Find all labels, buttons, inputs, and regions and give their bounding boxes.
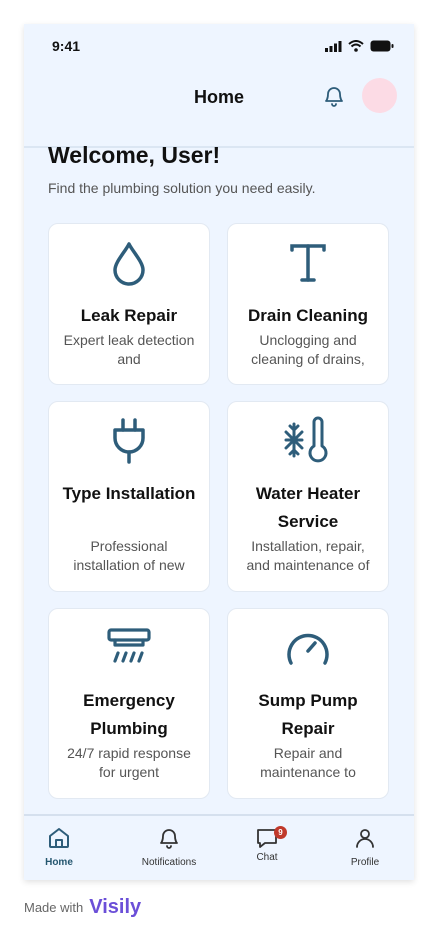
status-time: 9:41 <box>52 38 81 54</box>
card-description: Expert leak detection and <box>63 332 195 367</box>
wifi-icon <box>348 40 364 52</box>
card-title: Type Installation <box>62 484 196 503</box>
status-bar: 9:41 <box>24 24 414 68</box>
nav-item-notifications[interactable]: Notifications <box>124 826 214 868</box>
card-description: Repair and maintenance to <box>260 745 356 780</box>
bell-icon <box>160 829 178 849</box>
service-card-sump-pump-repair[interactable]: Sump Pump Repair Repair and maintenance … <box>227 608 389 799</box>
card-title: Sump Pump Repair <box>258 691 358 738</box>
nav-label: Home <box>45 857 73 868</box>
gauge-icon <box>287 633 329 665</box>
card-title: Drain Cleaning <box>248 306 368 325</box>
chat-badge: 9 <box>274 826 287 839</box>
notifications-button[interactable] <box>322 84 346 108</box>
card-description: 24/7 rapid response for urgent <box>67 745 191 780</box>
card-title: Water Heater Service <box>255 484 361 531</box>
welcome-heading: Welcome, User! <box>48 142 221 168</box>
signal-icon <box>325 40 342 52</box>
page-title: Home <box>193 87 244 107</box>
nav-label: Notifications <box>141 857 197 868</box>
app-header <box>24 68 414 148</box>
service-card-type-installation[interactable]: Type Installation Professional installat… <box>48 401 210 592</box>
air-conditioner-icon <box>107 628 151 663</box>
service-card-water-heater-service[interactable]: Water Heater Service Installation, repai… <box>227 401 389 592</box>
made-with-footer: Made with Visily <box>24 896 141 919</box>
water-drop-icon <box>113 242 145 286</box>
card-title: Emergency Plumbing <box>83 691 175 738</box>
letter-t-icon <box>290 244 326 282</box>
plug-icon <box>113 418 145 464</box>
welcome-subtitle: Find the plumbing solution you need easi… <box>48 180 316 196</box>
nav-item-profile[interactable]: Profile <box>320 826 410 868</box>
card-description: Installation, repair, and maintenance of <box>246 538 370 573</box>
made-with-text: Made with <box>24 900 84 915</box>
home-icon <box>49 828 69 848</box>
service-card-leak-repair[interactable]: Leak Repair Expert leak detection and <box>48 223 210 385</box>
thermometer-snowflake-icon <box>284 416 328 463</box>
nav-label: Chat <box>256 852 278 863</box>
nav-item-home[interactable]: Home <box>24 826 104 868</box>
bottom-navigation: Home Notifications 9 Chat Profile <box>24 814 414 880</box>
phone-frame: 9:41 Home Welcome, User! Find the plumbi… <box>24 24 414 880</box>
service-card-drain-cleaning[interactable]: Drain Cleaning Unclogging and cleaning o… <box>227 223 389 385</box>
nav-item-chat[interactable]: 9 Chat <box>222 826 312 863</box>
card-title: Leak Repair <box>80 306 178 325</box>
service-card-emergency-plumbing[interactable]: Emergency Plumbing 24/7 rapid response f… <box>48 608 210 799</box>
card-description: Professional installation of new <box>73 538 185 573</box>
brand-logo: Visily <box>89 896 142 918</box>
avatar[interactable] <box>362 78 397 113</box>
user-icon <box>356 829 374 848</box>
bell-icon <box>325 87 343 107</box>
nav-label: Profile <box>350 857 380 868</box>
battery-icon <box>370 40 394 52</box>
card-description: Unclogging and cleaning of drains, <box>251 332 365 367</box>
